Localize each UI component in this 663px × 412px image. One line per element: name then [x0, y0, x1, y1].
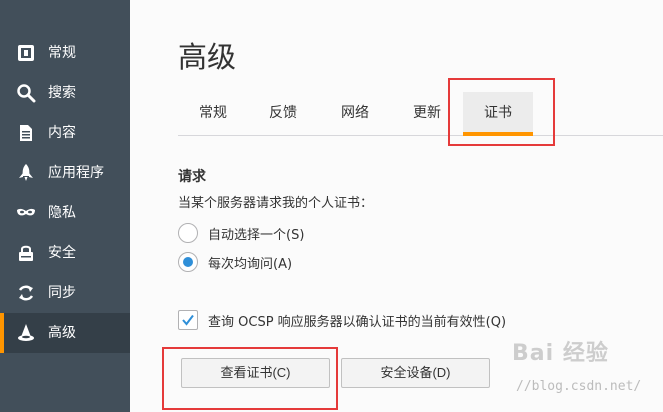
- view-certificates-button[interactable]: 查看证书(C): [181, 358, 330, 388]
- sidebar-item-label: 搜索: [48, 85, 76, 101]
- sidebar-item-label: 同步: [48, 285, 76, 301]
- radio-label: 自动选择一个(S): [208, 227, 305, 243]
- watermark-url: //blog.csdn.net/: [516, 379, 642, 394]
- tab-bar: 常规 反馈 网络 更新 证书: [178, 92, 663, 136]
- radio-auto-select[interactable]: 自动选择一个(S): [178, 222, 304, 244]
- radio-ask-every-time[interactable]: 每次均询问(A): [178, 251, 292, 273]
- radio-label: 每次均询问(A): [208, 256, 293, 272]
- sidebar-item-sync[interactable]: 同步: [0, 273, 130, 313]
- radio-button[interactable]: [178, 223, 198, 243]
- tab-certificates[interactable]: 证书: [463, 92, 533, 136]
- sidebar-item-label: 内容: [48, 125, 76, 141]
- sidebar-item-privacy[interactable]: 隐私: [0, 193, 130, 233]
- sidebar-item-security[interactable]: 安全: [0, 233, 130, 273]
- sidebar-item-label: 高级: [48, 325, 76, 341]
- radio-button-checked[interactable]: [178, 252, 198, 272]
- ocsp-checkbox-row[interactable]: 查询 OCSP 响应服务器以确认证书的当前有效性(Q): [178, 309, 506, 331]
- ocsp-label: 查询 OCSP 响应服务器以确认证书的当前有效性(Q): [208, 314, 507, 330]
- general-icon: [16, 43, 36, 63]
- rocket-icon: [16, 163, 36, 183]
- lock-icon: [16, 243, 36, 263]
- mask-icon: [16, 203, 36, 223]
- sidebar-item-label: 安全: [48, 245, 76, 261]
- security-devices-button[interactable]: 安全设备(D): [341, 358, 490, 388]
- sidebar-item-label: 常规: [48, 45, 76, 61]
- sidebar-item-general[interactable]: 常规: [0, 33, 130, 73]
- wizard-hat-icon: [16, 323, 36, 343]
- page-title: 高级: [178, 40, 237, 74]
- tab-network[interactable]: 网络: [320, 92, 390, 135]
- search-icon: [16, 83, 36, 103]
- sidebar: 常规 搜索 内容 应用程序 隐私 安全 同步 高级: [0, 0, 130, 412]
- tab-general[interactable]: 常规: [178, 92, 248, 135]
- sidebar-item-label: 隐私: [48, 205, 76, 221]
- sidebar-item-content[interactable]: 内容: [0, 113, 130, 153]
- sync-icon: [16, 283, 36, 303]
- tab-update[interactable]: 更新: [392, 92, 462, 135]
- watermark: Bai 经验 //blog.csdn.net/: [512, 335, 660, 407]
- section-description: 当某个服务器请求我的个人证书：: [178, 196, 374, 211]
- ocsp-checkbox[interactable]: [178, 310, 198, 330]
- section-title: 请求: [178, 169, 206, 185]
- watermark-logo: Bai 经验: [512, 341, 609, 366]
- sidebar-item-label: 应用程序: [48, 165, 104, 181]
- checkmark-icon: [182, 314, 194, 326]
- sidebar-item-applications[interactable]: 应用程序: [0, 153, 130, 193]
- sidebar-item-advanced[interactable]: 高级: [0, 313, 130, 353]
- content-icon: [16, 123, 36, 143]
- sidebar-item-search[interactable]: 搜索: [0, 73, 130, 113]
- tab-feedback[interactable]: 反馈: [248, 92, 318, 135]
